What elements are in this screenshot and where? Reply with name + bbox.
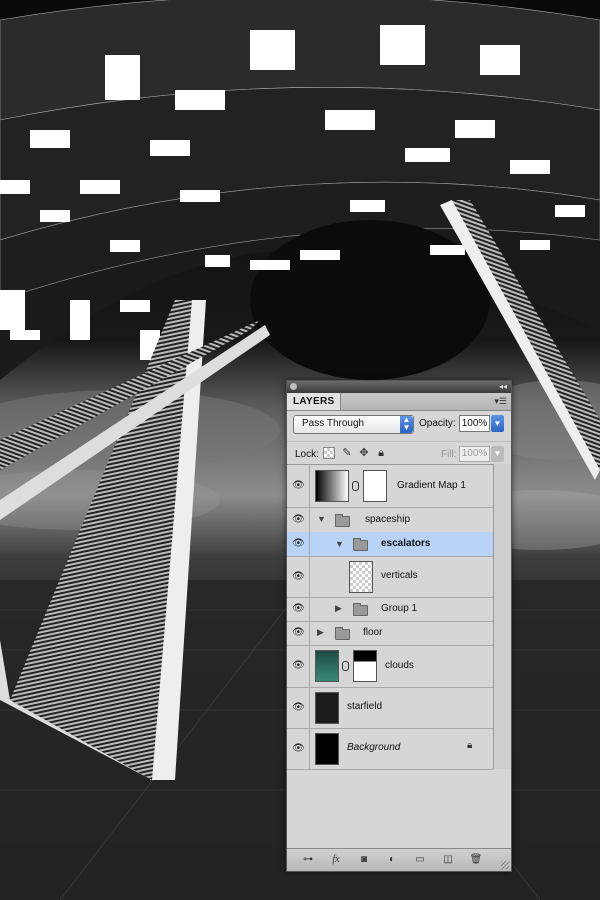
new-layer-icon[interactable]: ◫ bbox=[441, 853, 455, 867]
lock-transparent-icon[interactable] bbox=[323, 447, 335, 459]
fill-label: Fill: bbox=[441, 449, 457, 460]
layer-thumbnail bbox=[315, 733, 339, 765]
panel-menu-icon[interactable]: ▾☰ bbox=[494, 396, 507, 406]
layer-name: floor bbox=[363, 627, 383, 638]
eye-icon: 👁︎ bbox=[292, 603, 305, 614]
folder-icon bbox=[353, 538, 368, 551]
layer-row-group-1[interactable]: 👁︎ ▶ Group 1 bbox=[287, 597, 493, 622]
eye-icon: 👁︎ bbox=[292, 538, 305, 549]
layer-row-verticals[interactable]: 👁︎ verticals bbox=[287, 556, 493, 598]
visibility-toggle[interactable]: 👁︎ bbox=[287, 645, 310, 687]
lock-label: Lock: bbox=[295, 449, 319, 460]
adjustment-thumbnail bbox=[315, 470, 349, 502]
visibility-toggle[interactable]: 👁︎ bbox=[287, 556, 310, 597]
layer-row-floor[interactable]: 👁︎ ▶ floor bbox=[287, 621, 493, 646]
layer-name: starfield bbox=[347, 701, 383, 712]
layer-name: verticals bbox=[381, 570, 418, 581]
opacity-field[interactable]: 100% bbox=[459, 415, 490, 432]
fx-icon[interactable]: fx bbox=[329, 853, 343, 867]
lock-position-icon[interactable]: ✥ bbox=[358, 447, 370, 459]
fill-field[interactable]: 100% bbox=[459, 446, 490, 462]
link-layers-icon[interactable]: ⊶ bbox=[301, 853, 315, 867]
layer-name: escalators bbox=[381, 538, 431, 549]
expand-triangle-icon[interactable]: ▼ bbox=[335, 539, 344, 549]
panel-bottom-toolbar: ⊶ fx ◙ ◐ ▭ ◫ 🗑︎ bbox=[287, 848, 511, 871]
eye-icon: 👁︎ bbox=[292, 742, 305, 754]
layer-name: Gradient Map 1 bbox=[397, 480, 466, 491]
lock-all-icon[interactable]: 🔒︎ bbox=[375, 447, 387, 459]
layer-row-gradient-map[interactable]: 👁︎ Gradient Map 1 bbox=[287, 465, 493, 508]
layer-row-escalators[interactable]: 👁︎ ▼ escalators bbox=[287, 532, 493, 557]
visibility-toggle[interactable]: 👁︎ bbox=[287, 687, 310, 728]
visibility-toggle[interactable]: 👁︎ bbox=[287, 532, 310, 556]
layer-name: spaceship bbox=[365, 514, 411, 525]
visibility-toggle[interactable]: 👁︎ bbox=[287, 597, 310, 621]
resize-grip[interactable] bbox=[501, 861, 509, 869]
eye-icon: 👁︎ bbox=[292, 570, 305, 582]
layer-name: clouds bbox=[385, 660, 414, 671]
layers-scrollbar[interactable] bbox=[493, 464, 511, 769]
folder-icon bbox=[335, 627, 350, 640]
visibility-toggle[interactable]: 👁︎ bbox=[287, 465, 310, 507]
layer-name: Background bbox=[347, 742, 401, 753]
new-group-icon[interactable]: ▭ bbox=[413, 853, 427, 867]
mask-thumbnail bbox=[353, 650, 377, 682]
chain-link-icon[interactable] bbox=[342, 661, 349, 671]
close-panel-icon[interactable] bbox=[290, 383, 297, 390]
layer-thumbnail bbox=[315, 692, 339, 724]
collapsed-triangle-icon[interactable]: ▶ bbox=[335, 603, 342, 614]
layer-row-starfield[interactable]: 👁︎ starfield bbox=[287, 687, 493, 729]
opacity-dropdown-button[interactable]: ▼ bbox=[491, 415, 504, 432]
panel-titlebar[interactable]: ◂◂ bbox=[287, 381, 511, 393]
trash-icon[interactable]: 🗑︎ bbox=[469, 853, 483, 867]
layer-row-spaceship[interactable]: 👁︎ ▼ spaceship bbox=[287, 507, 493, 533]
visibility-toggle[interactable]: 👁︎ bbox=[287, 621, 310, 645]
visibility-toggle[interactable]: 👁︎ bbox=[287, 728, 310, 769]
updown-arrows-icon: ▲ ▼ bbox=[400, 416, 413, 433]
add-mask-icon[interactable]: ◙ bbox=[357, 853, 371, 867]
expand-triangle-icon[interactable]: ▼ bbox=[317, 514, 326, 524]
new-adjustment-icon[interactable]: ◐ bbox=[385, 853, 399, 867]
layer-row-background[interactable]: 👁︎ Background 🔒︎ bbox=[287, 728, 493, 770]
blend-mode-value: Pass Through bbox=[302, 418, 365, 429]
lock-image-icon[interactable]: ✎ bbox=[341, 447, 353, 459]
layer-name: Group 1 bbox=[381, 603, 418, 614]
eye-icon: 👁︎ bbox=[292, 660, 305, 671]
panel-tab-row: LAYERS ▾☰ bbox=[287, 393, 511, 411]
mask-thumbnail bbox=[363, 470, 387, 502]
opacity-label: Opacity: bbox=[419, 418, 456, 429]
layer-list: 👁︎ Gradient Map 1 👁︎ ▼ spaceship 👁︎ ▼ es… bbox=[287, 464, 493, 770]
visibility-toggle[interactable]: 👁︎ bbox=[287, 507, 310, 532]
lock-row: Lock: ✎ ✥ 🔒︎ Fill: 100% ▼ bbox=[287, 441, 511, 464]
folder-icon bbox=[353, 603, 368, 616]
fill-dropdown-button[interactable]: ▼ bbox=[491, 446, 504, 462]
lock-icon: 🔒︎ bbox=[467, 740, 473, 751]
collapse-panel-icon[interactable]: ◂◂ bbox=[499, 381, 507, 393]
layers-panel: ◂◂ LAYERS ▾☰ Pass Through ▲ ▼ Opacity: 10… bbox=[286, 380, 512, 872]
folder-icon bbox=[335, 514, 350, 527]
chain-link-icon[interactable] bbox=[352, 481, 359, 491]
blend-row: Pass Through ▲ ▼ Opacity: 100% ▼ bbox=[287, 412, 511, 436]
eye-icon: 👁︎ bbox=[292, 627, 305, 638]
blend-mode-select[interactable]: Pass Through ▲ ▼ bbox=[293, 415, 414, 434]
layer-thumbnail bbox=[349, 561, 373, 593]
collapsed-triangle-icon[interactable]: ▶ bbox=[317, 627, 324, 638]
eye-icon: 👁︎ bbox=[292, 513, 305, 525]
layer-row-clouds[interactable]: 👁︎ clouds bbox=[287, 645, 493, 688]
eye-icon: 👁︎ bbox=[292, 701, 305, 713]
layer-thumbnail bbox=[315, 650, 339, 682]
tab-layers[interactable]: LAYERS bbox=[287, 393, 342, 410]
eye-icon: 👁︎ bbox=[292, 480, 305, 491]
